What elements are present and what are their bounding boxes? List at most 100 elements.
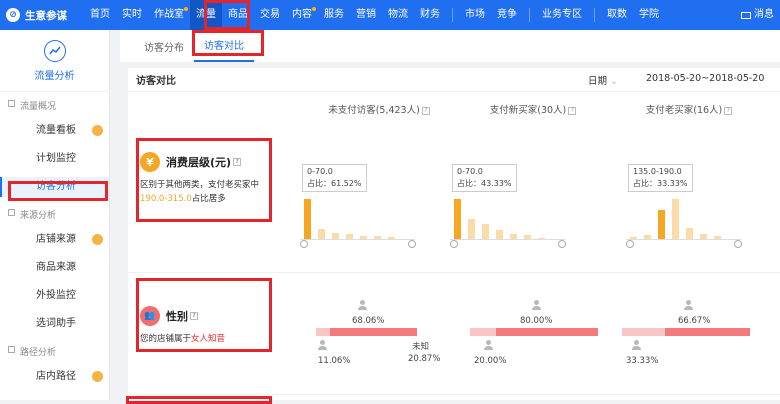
tab-visitor-compare[interactable]: 访客对比 bbox=[194, 37, 254, 62]
sidebar-item-product-source[interactable]: 商品来源 bbox=[0, 254, 109, 282]
consumption-bar[interactable] bbox=[524, 235, 531, 239]
nav-item-business-zone[interactable]: 业务专区 bbox=[536, 0, 588, 30]
consumption-bar[interactable] bbox=[482, 224, 489, 239]
gender-title: 👥 性别? bbox=[140, 306, 268, 326]
chart-baseline bbox=[450, 239, 565, 240]
coin-icon bbox=[558, 240, 566, 248]
tooltip-range: 0-70.0 bbox=[307, 167, 333, 176]
nav-item-service[interactable]: 服务 bbox=[318, 0, 350, 30]
sidebar-group-source: 来源分析 bbox=[0, 201, 109, 226]
nav-item-traffic[interactable]: 流量 bbox=[190, 0, 222, 30]
female-segment bbox=[495, 328, 598, 336]
messages-button[interactable]: 消息 bbox=[741, 0, 774, 30]
sidebar-item-plan-monitor[interactable]: 计划监控 bbox=[0, 145, 109, 173]
gender-block-unpaid: 68.06% 未知 11.06% 20.87% bbox=[316, 300, 456, 370]
coin-icon bbox=[408, 240, 416, 248]
coin-icon bbox=[300, 240, 308, 248]
consumption-label: ¥ 消费层级(元)? 区别于其他两类，支付老买家中 190.0-315.0占比居多 bbox=[140, 152, 268, 206]
consumption-bar[interactable] bbox=[332, 232, 339, 239]
nav-item-label: 内容 bbox=[292, 9, 312, 20]
female-person-icon bbox=[684, 300, 693, 310]
row-divider bbox=[128, 272, 780, 273]
consumption-bar[interactable] bbox=[672, 199, 679, 239]
male-share: 33.33% bbox=[626, 356, 659, 366]
consumption-bar[interactable] bbox=[644, 235, 651, 239]
nav-item-trade[interactable]: 交易 bbox=[254, 0, 286, 30]
top-nav-bar: ⊘ 生意参谋 首页 实时 作战室 流量 商品 交易 内容 服务 营销 物流 财务… bbox=[0, 0, 780, 30]
sidebar-item-keyword-helper[interactable]: 选词助手 bbox=[0, 310, 109, 338]
nav-item-competition[interactable]: 竞争 bbox=[491, 0, 523, 30]
nav-item-realtime[interactable]: 实时 bbox=[116, 0, 148, 30]
consumption-bar[interactable] bbox=[346, 233, 353, 239]
help-icon[interactable]: ? bbox=[568, 106, 577, 115]
consumption-bar[interactable] bbox=[496, 229, 503, 239]
nav-item-market[interactable]: 市场 bbox=[459, 0, 491, 30]
envelope-icon bbox=[741, 11, 751, 19]
consumption-desc: 区别于其他两类，支付老买家中 190.0-315.0占比居多 bbox=[140, 178, 268, 206]
gender-bar bbox=[470, 328, 598, 336]
help-icon[interactable]: ? bbox=[233, 158, 242, 166]
nav-item-content[interactable]: 内容 bbox=[286, 0, 318, 30]
consumption-bar[interactable] bbox=[374, 236, 381, 239]
group-icon bbox=[8, 100, 15, 107]
row-divider bbox=[128, 394, 780, 395]
chart-tooltip: 0-70.0 占比：61.52% bbox=[302, 164, 367, 192]
consumption-bar[interactable] bbox=[388, 237, 395, 239]
help-icon[interactable]: ? bbox=[724, 106, 733, 115]
date-label: 日期 bbox=[588, 76, 608, 87]
group-icon bbox=[8, 209, 15, 216]
consumption-bar[interactable] bbox=[686, 228, 693, 239]
sidebar-item-label: 店铺来源 bbox=[36, 234, 76, 245]
consumption-bar[interactable] bbox=[318, 228, 325, 239]
nav-item-data-fetch[interactable]: 取数 bbox=[601, 0, 633, 30]
sidebar-item-external-monitor[interactable]: 外投监控 bbox=[0, 282, 109, 310]
desc-highlight: 女人知音 bbox=[191, 334, 226, 344]
male-share: 11.06% bbox=[318, 356, 351, 366]
sidebar-item-visitor-analysis[interactable]: 访客分析 bbox=[0, 177, 109, 197]
help-icon[interactable]: ? bbox=[421, 106, 430, 115]
consumption-bar[interactable] bbox=[360, 235, 367, 239]
nav-item-home[interactable]: 首页 bbox=[84, 0, 116, 30]
sidebar-item-shop-source[interactable]: 店铺来源 bbox=[0, 226, 109, 254]
coin-icon bbox=[450, 240, 458, 248]
help-icon[interactable]: ? bbox=[190, 312, 198, 320]
date-selector[interactable]: 日期 ⌄ bbox=[588, 73, 618, 87]
consumption-bar[interactable] bbox=[510, 234, 517, 239]
sidebar-item-shop-path[interactable]: 店内路径 bbox=[0, 363, 109, 391]
sidebar-item-traffic-board[interactable]: 流量看板 bbox=[0, 117, 109, 145]
sidebar: 流量分析 流量概况 流量看板 计划监控 访客分析 来源分析 店铺来源 商品来源 … bbox=[0, 30, 110, 400]
chart-line-icon bbox=[43, 39, 66, 62]
tooltip-share: 占比：61.52% bbox=[307, 179, 362, 188]
tab-visitor-distribution[interactable]: 访客分布 bbox=[134, 39, 194, 62]
male-segment bbox=[470, 328, 496, 336]
column-label: 未支付访客(5,423人) bbox=[328, 105, 420, 116]
chevron-down-icon: ⌄ bbox=[610, 76, 619, 87]
consumption-bar[interactable] bbox=[630, 237, 637, 239]
nav-item-finance[interactable]: 财务 bbox=[414, 0, 446, 30]
nav-divider bbox=[529, 8, 530, 22]
consumption-bar[interactable] bbox=[714, 236, 721, 239]
logo-icon: ⊘ bbox=[6, 8, 20, 22]
consumption-bar[interactable] bbox=[304, 199, 311, 239]
date-range: 2018-05-20~2018-05-20 bbox=[646, 73, 765, 84]
nav-item-label: 作战室 bbox=[154, 9, 184, 20]
consumption-bar[interactable] bbox=[658, 209, 665, 239]
tooltip-range: 0-70.0 bbox=[457, 167, 483, 176]
nav-item-logistics[interactable]: 物流 bbox=[382, 0, 414, 30]
consumption-bar[interactable] bbox=[454, 199, 461, 239]
consumption-bar[interactable] bbox=[700, 233, 707, 239]
notify-dot-icon bbox=[92, 234, 103, 245]
sidebar-header: 流量分析 bbox=[0, 30, 109, 92]
consumption-bar[interactable] bbox=[538, 238, 545, 239]
nav-item-marketing[interactable]: 营销 bbox=[350, 0, 382, 30]
app-logo[interactable]: ⊘ 生意参谋 bbox=[0, 8, 84, 23]
nav-item-product[interactable]: 商品 bbox=[222, 0, 254, 30]
consumption-bar[interactable] bbox=[468, 218, 475, 239]
users-icon: 👥 bbox=[140, 306, 160, 326]
sidebar-item-label: 店内路径 bbox=[36, 371, 76, 382]
consumption-title-text: 消费层级(元) bbox=[166, 156, 232, 169]
female-share: 66.67% bbox=[678, 316, 711, 326]
gender-bar bbox=[622, 328, 750, 336]
nav-item-academy[interactable]: 学院 bbox=[633, 0, 665, 30]
nav-item-warroom[interactable]: 作战室 bbox=[148, 0, 190, 30]
